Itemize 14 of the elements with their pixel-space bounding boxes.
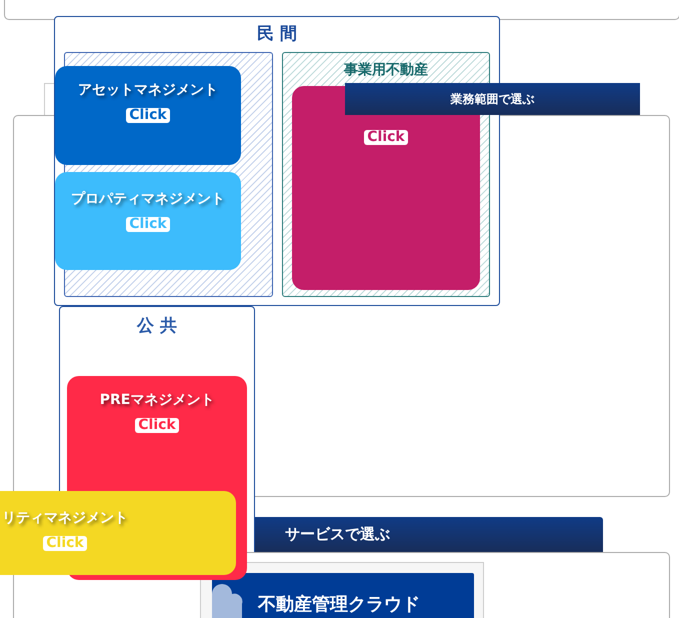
cloud-icon bbox=[212, 584, 244, 618]
card-title: PREマネジメント bbox=[100, 391, 214, 410]
service-card[interactable]: アセットマネジメント Click bbox=[55, 66, 241, 165]
click-button[interactable]: Click bbox=[364, 130, 408, 145]
click-button[interactable]: Click bbox=[135, 418, 179, 433]
scope-tab[interactable]: 業務範囲で選ぶ bbox=[345, 83, 640, 115]
card-title: アセットマネジメント bbox=[78, 81, 218, 100]
section-title: 事業用不動産 bbox=[344, 60, 428, 80]
click-button[interactable]: Click bbox=[126, 108, 170, 123]
panel-title: 公 共 bbox=[137, 315, 177, 338]
service-tab[interactable]: サービスで選ぶ bbox=[255, 517, 603, 552]
cloud-banner[interactable]: 不動産管理クラウド bbox=[212, 573, 474, 618]
panel-title: 民 間 bbox=[257, 23, 297, 46]
card-title: プロパティマネジメント bbox=[71, 190, 225, 209]
